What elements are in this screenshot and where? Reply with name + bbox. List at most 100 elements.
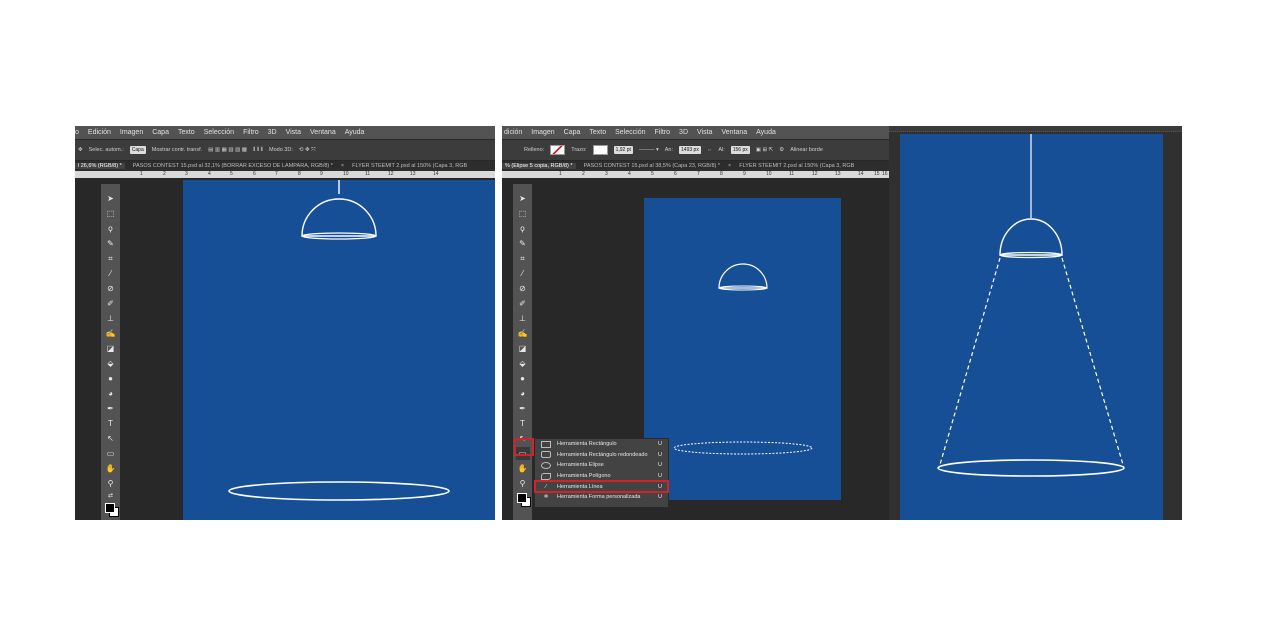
- menu-item-edicion[interactable]: Edición: [88, 129, 111, 136]
- layer-select[interactable]: Capa: [129, 146, 146, 154]
- paint-bucket-icon[interactable]: ⬙: [516, 357, 530, 370]
- paint-bucket-icon[interactable]: ⬙: [104, 357, 118, 370]
- ruler-tick: 13: [835, 171, 841, 177]
- gear-icon[interactable]: ⚙: [779, 147, 784, 153]
- color-swatches[interactable]: [104, 502, 119, 517]
- path-select-icon[interactable]: ↖: [104, 432, 118, 445]
- lamp-shade: [999, 218, 1063, 256]
- menu-item-seleccion[interactable]: Selección: [204, 129, 234, 136]
- menu-item-texto[interactable]: Texto: [178, 129, 195, 136]
- color-swatches[interactable]: [516, 492, 531, 507]
- healing-brush-icon[interactable]: ⊘: [516, 282, 530, 295]
- menu-item-ventana[interactable]: Ventana: [721, 129, 747, 136]
- distribute-icons[interactable]: ⫴ ⫴ ⫴: [253, 147, 263, 154]
- history-brush-icon[interactable]: ✍: [104, 327, 118, 340]
- move-tool-icon[interactable]: ➤: [104, 192, 118, 205]
- tab-flyer-steemit[interactable]: FLYER STEEMIT 2.psd al 150% (Capa 3, RGB: [352, 163, 467, 169]
- menu-item-capa[interactable]: Capa: [152, 129, 169, 136]
- menu-item-filtro[interactable]: Filtro: [654, 129, 670, 136]
- eraser-tool-icon[interactable]: ◪: [104, 342, 118, 355]
- menu-item-imagen[interactable]: Imagen: [531, 129, 554, 136]
- menu-item-3d[interactable]: 3D: [679, 129, 688, 136]
- history-brush-icon[interactable]: ✍: [516, 327, 530, 340]
- menu-item-vista[interactable]: Vista: [697, 129, 712, 136]
- pen-tool-icon[interactable]: ✒: [516, 402, 530, 415]
- hand-tool-icon[interactable]: ✋: [104, 462, 118, 475]
- marquee-tool-icon[interactable]: ⬚: [516, 207, 530, 220]
- tab-flyer-steemit[interactable]: FLYER STEEMIT 2.psd al 150% (Capa 3, RGB: [739, 163, 854, 169]
- flyout-item-line[interactable]: ⁄ Herramienta Línea U: [534, 480, 669, 493]
- dodge-tool-icon[interactable]: ◕: [104, 387, 118, 400]
- foreground-color[interactable]: [516, 493, 527, 503]
- eyedropper-tool-icon[interactable]: ⁄: [104, 267, 118, 280]
- menu-item-filtro[interactable]: Filtro: [243, 129, 259, 136]
- ruler-tick: 6: [674, 171, 677, 177]
- menu-item-edicion[interactable]: dición: [504, 129, 522, 136]
- flyout-item-custom-shape[interactable]: ✲ Herramienta Forma personalizada U: [535, 492, 668, 503]
- type-tool-icon[interactable]: T: [104, 417, 118, 430]
- marquee-tool-icon[interactable]: ⬚: [104, 207, 118, 220]
- menu-item-3d[interactable]: 3D: [268, 129, 277, 136]
- width-input[interactable]: 1493 px: [679, 146, 701, 154]
- tab-active[interactable]: % (Elipse 5 copia, RGB/8) *: [502, 163, 576, 169]
- align-icons[interactable]: ▤ ▥ ▦ ▧ ▨ ▩: [208, 147, 247, 153]
- shape-tool-icon[interactable]: ▭: [104, 447, 118, 460]
- dodge-tool-icon[interactable]: ◕: [516, 387, 530, 400]
- menu-item-vista[interactable]: Vista: [286, 129, 301, 136]
- tab-pasos-contest[interactable]: PASOS CONTEST 15.psd al 38,5% (Capa 23, …: [584, 163, 720, 169]
- eyedropper-tool-icon[interactable]: ⁄: [516, 267, 530, 280]
- stamp-tool-icon[interactable]: ⊥: [516, 312, 530, 325]
- quick-select-tool-icon[interactable]: ✎: [104, 237, 118, 250]
- stamp-tool-icon[interactable]: ⊥: [104, 312, 118, 325]
- tab-close-icon[interactable]: ×: [341, 163, 344, 169]
- eraser-tool-icon[interactable]: ◪: [516, 342, 530, 355]
- tab-pasos-contest[interactable]: PASOS CONTEST 15.psd al 32,1% (BORRAR EX…: [133, 163, 333, 169]
- stroke-swatch[interactable]: [592, 145, 608, 155]
- crop-tool-icon[interactable]: ⌗: [516, 252, 530, 265]
- document-canvas[interactable]: [183, 180, 495, 520]
- zoom-tool-icon[interactable]: ⚲: [516, 477, 530, 490]
- healing-brush-icon[interactable]: ⊘: [104, 282, 118, 295]
- blur-tool-icon[interactable]: ●: [104, 372, 118, 385]
- height-input[interactable]: 156 px: [730, 146, 750, 154]
- fill-swatch[interactable]: [550, 145, 566, 155]
- flyout-item-rectangle[interactable]: Herramienta Rectángulo U: [535, 439, 668, 450]
- menu-item-capa[interactable]: Capa: [564, 129, 581, 136]
- brush-tool-icon[interactable]: ✐: [104, 297, 118, 310]
- quick-select-tool-icon[interactable]: ✎: [516, 237, 530, 250]
- path-ops-icons[interactable]: ▣ ⊞ ⇱: [756, 147, 773, 153]
- brush-tool-icon[interactable]: ✐: [516, 297, 530, 310]
- menu-item-seleccion[interactable]: Selección: [615, 129, 645, 136]
- menu-item-imagen[interactable]: Imagen: [120, 129, 143, 136]
- lasso-tool-icon[interactable]: ϙ: [104, 222, 118, 235]
- lasso-tool-icon[interactable]: ϙ: [516, 222, 530, 235]
- menu-item-texto[interactable]: Texto: [589, 129, 606, 136]
- hand-tool-icon[interactable]: ✋: [516, 462, 530, 475]
- flyout-item-polygon[interactable]: Herramienta Polígono U: [535, 471, 668, 482]
- blur-tool-icon[interactable]: ●: [516, 372, 530, 385]
- stroke-type-dropdown[interactable]: ──── ▾: [639, 147, 659, 153]
- menu-item-ayuda[interactable]: Ayuda: [756, 129, 776, 136]
- swap-colors-icon[interactable]: ⇄: [104, 492, 118, 500]
- pen-tool-icon[interactable]: ✒: [104, 402, 118, 415]
- show-transform-checkbox[interactable]: Mostrar contr. transf.: [152, 147, 202, 153]
- auto-select-checkbox[interactable]: Selec. autom.:: [89, 147, 124, 153]
- 3d-tools-icons[interactable]: ⟲ ✥ ⤧: [299, 147, 316, 154]
- menu-item-ayuda[interactable]: Ayuda: [345, 129, 365, 136]
- align-edges-checkbox[interactable]: Alinear borde: [790, 147, 823, 153]
- zoom-tool-icon[interactable]: ⚲: [104, 477, 118, 490]
- menu-item-ventana[interactable]: Ventana: [310, 129, 336, 136]
- height-label: Al:: [718, 147, 725, 153]
- tab-active[interactable]: l 26,6% (RGB/8) *: [75, 163, 125, 169]
- move-tool-icon[interactable]: ➤: [516, 192, 530, 205]
- link-icon[interactable]: ⇔: [707, 147, 713, 153]
- menu-item[interactable]: o: [75, 129, 79, 136]
- document-canvas[interactable]: [644, 198, 841, 500]
- stroke-width-input[interactable]: 1,92 pt: [613, 146, 633, 154]
- flyout-item-ellipse[interactable]: Herramienta Elipse U: [535, 460, 668, 471]
- flyout-item-rounded-rectangle[interactable]: Herramienta Rectángulo redondeado U: [535, 450, 668, 461]
- tab-close-icon[interactable]: ×: [728, 163, 731, 169]
- foreground-color[interactable]: [104, 503, 115, 513]
- type-tool-icon[interactable]: T: [516, 417, 530, 430]
- crop-tool-icon[interactable]: ⌗: [104, 252, 118, 265]
